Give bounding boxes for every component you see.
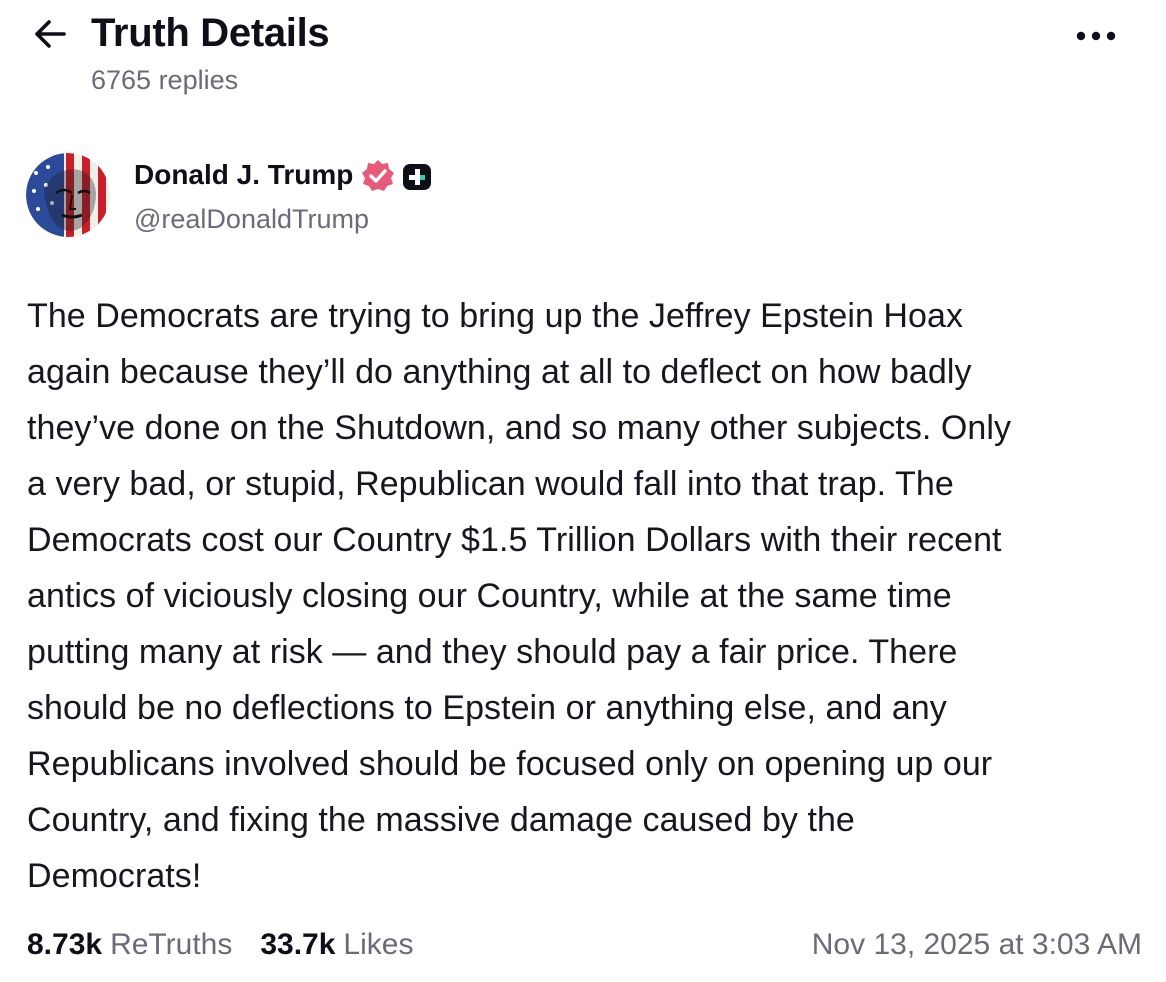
post-stats: 8.73k ReTruths 33.7k Likes [27,925,441,965]
page-title: Truth Details [91,11,330,55]
back-button[interactable] [28,12,72,56]
avatar-image [26,153,110,237]
post-text: The Democrats are trying to bring up the… [27,297,1012,895]
retruths-count: 8.73k [27,928,103,961]
avatar[interactable] [26,153,110,237]
likes-count: 33.7k [260,928,336,961]
page-header: Truth Details 6765 replies [0,0,1166,110]
arrow-left-icon [35,20,66,48]
author-handle[interactable]: @realDonaldTrump [134,202,369,236]
retruths-stat[interactable]: 8.73k ReTruths [27,925,232,965]
verified-badge-icon [362,160,394,191]
likes-stat[interactable]: 33.7k Likes [260,925,413,965]
plus-badge-icon [403,164,431,190]
post-timestamp: Nov 13, 2025 at 3:03 AM [811,928,1142,961]
author-name[interactable]: Donald J. Trump [134,158,353,192]
more-options-button[interactable] [1068,16,1124,56]
likes-label: Likes [343,928,414,961]
more-horizontal-icon [1076,31,1116,41]
reply-count: 6765 replies [91,65,239,95]
retruths-label: ReTruths [110,928,233,961]
